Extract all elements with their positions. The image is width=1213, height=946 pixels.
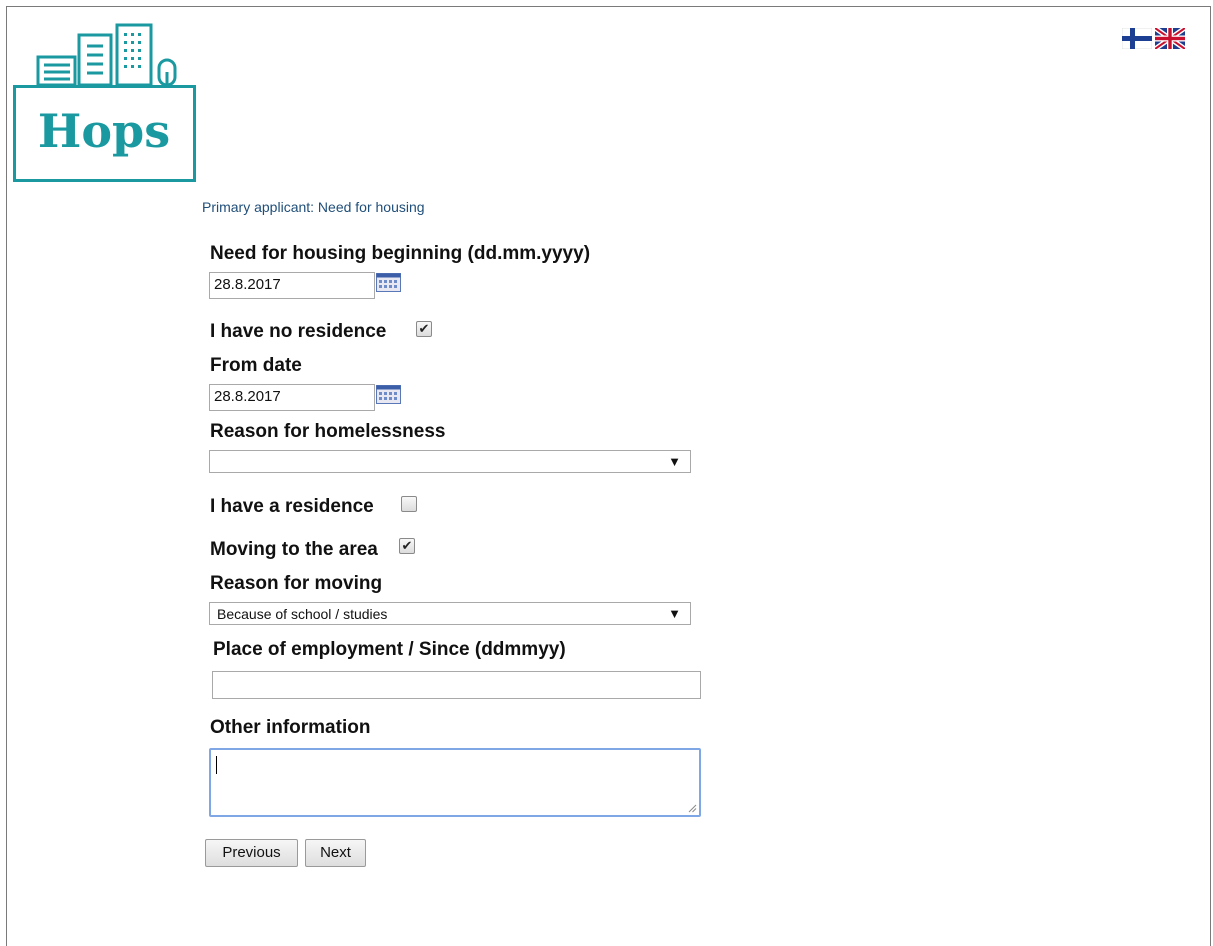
page-heading: Primary applicant: Need for housing [202, 199, 425, 215]
dropdown-arrow-icon: ▼ [668, 606, 681, 621]
language-switcher [1122, 28, 1185, 49]
from-date-label: From date [210, 355, 302, 376]
checkmark-icon: ✔ [401, 538, 413, 553]
next-button[interactable]: Next [305, 839, 366, 867]
previous-button[interactable]: Previous [205, 839, 298, 867]
uk-flag-icon[interactable] [1155, 28, 1185, 49]
calendar-icon[interactable] [376, 273, 401, 292]
dropdown-arrow-icon: ▼ [668, 454, 681, 469]
city-skyline-icon [36, 23, 177, 87]
homeless-reason-label: Reason for homelessness [210, 421, 446, 442]
has-residence-label: I have a residence [210, 496, 374, 517]
moving-reason-select[interactable]: Because of school / studies ▼ [209, 602, 691, 625]
moving-reason-value: Because of school / studies [217, 606, 388, 622]
need-beginning-label: Need for housing beginning (dd.mm.yyyy) [210, 243, 591, 264]
checkmark-icon: ✔ [418, 321, 430, 336]
moving-checkbox[interactable]: ✔ [399, 538, 415, 554]
text-caret [216, 756, 217, 774]
logo-text: Hops [38, 104, 170, 158]
need-beginning-date-input[interactable]: 28.8.2017 [209, 272, 375, 299]
finnish-flag-icon[interactable] [1122, 28, 1152, 49]
building-windows [124, 33, 141, 68]
moving-reason-label: Reason for moving [210, 573, 383, 594]
has-residence-checkbox[interactable] [401, 496, 417, 512]
other-info-label: Other information [210, 717, 371, 738]
no-residence-checkbox[interactable]: ✔ [416, 321, 432, 337]
from-date-input[interactable]: 28.8.2017 [209, 384, 375, 411]
employment-input[interactable] [212, 671, 701, 699]
calendar-icon[interactable] [376, 385, 401, 404]
moving-label: Moving to the area [210, 539, 378, 560]
other-info-textarea[interactable] [209, 748, 701, 817]
hops-logo: Hops [13, 23, 196, 182]
employment-label: Place of employment / Since (ddmmyy) [213, 639, 566, 660]
no-residence-label: I have no residence [210, 321, 387, 342]
homeless-reason-select[interactable]: ▼ [209, 450, 691, 473]
resize-grip-icon[interactable] [688, 804, 697, 813]
